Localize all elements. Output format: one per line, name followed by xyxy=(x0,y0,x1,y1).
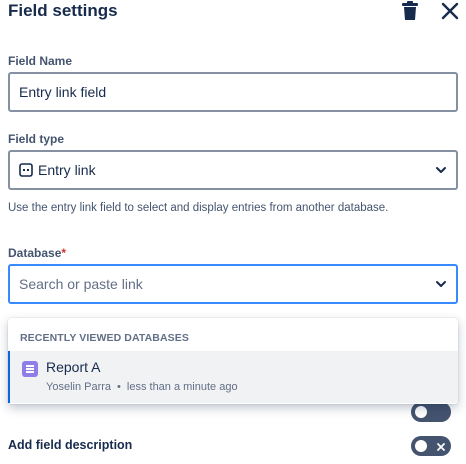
trash-icon[interactable] xyxy=(401,1,419,21)
chevron-down-icon xyxy=(435,278,447,290)
field-name-input[interactable]: Entry link field xyxy=(8,72,458,112)
close-icon xyxy=(435,440,447,452)
field-name-value: Entry link field xyxy=(19,84,107,100)
dropdown-item-owner: Yoselin Parra xyxy=(46,381,112,393)
field-type-label: Field type xyxy=(8,132,65,146)
field-type-helper: Use the entry link field to select and d… xyxy=(8,202,389,214)
field-type-value: Entry link xyxy=(38,162,96,178)
chevron-down-icon xyxy=(435,164,447,176)
add-description-toggle[interactable] xyxy=(411,436,451,456)
toggle-knob xyxy=(415,406,427,418)
meta-separator: • xyxy=(117,381,121,393)
database-select[interactable]: Search or paste link xyxy=(8,264,458,304)
database-label: Database* xyxy=(8,246,66,260)
panel-header: Field settings xyxy=(8,0,460,24)
database-label-text: Database xyxy=(8,246,62,260)
dropdown-item-name: Report A xyxy=(46,359,101,375)
panel-title: Field settings xyxy=(8,1,118,20)
toggle-row-add-description: Add field description xyxy=(8,434,458,458)
toggle-knob xyxy=(415,440,427,452)
dropdown-item-time: less than a minute ago xyxy=(126,381,238,393)
dropdown-item-meta: Yoselin Parra • less than a minute ago xyxy=(46,381,238,393)
required-marker: * xyxy=(61,246,67,260)
dropdown-item-report-a[interactable]: Report A Yoselin Parra • less than a minut… xyxy=(8,351,458,403)
dropdown-section-title: RECENTLY VIEWED DATABASES xyxy=(20,332,189,344)
hidden-toggle[interactable] xyxy=(411,402,451,422)
field-name-label: Field Name xyxy=(8,54,73,68)
field-type-select[interactable]: Entry link xyxy=(8,150,458,190)
close-icon[interactable] xyxy=(440,1,460,21)
database-dropdown: RECENTLY VIEWED DATABASES Report A Yosel… xyxy=(8,318,458,404)
database-search-placeholder: Search or paste link xyxy=(19,276,143,292)
add-description-label: Add field description xyxy=(8,438,133,452)
database-icon xyxy=(22,361,38,377)
entry-link-icon xyxy=(19,163,33,177)
